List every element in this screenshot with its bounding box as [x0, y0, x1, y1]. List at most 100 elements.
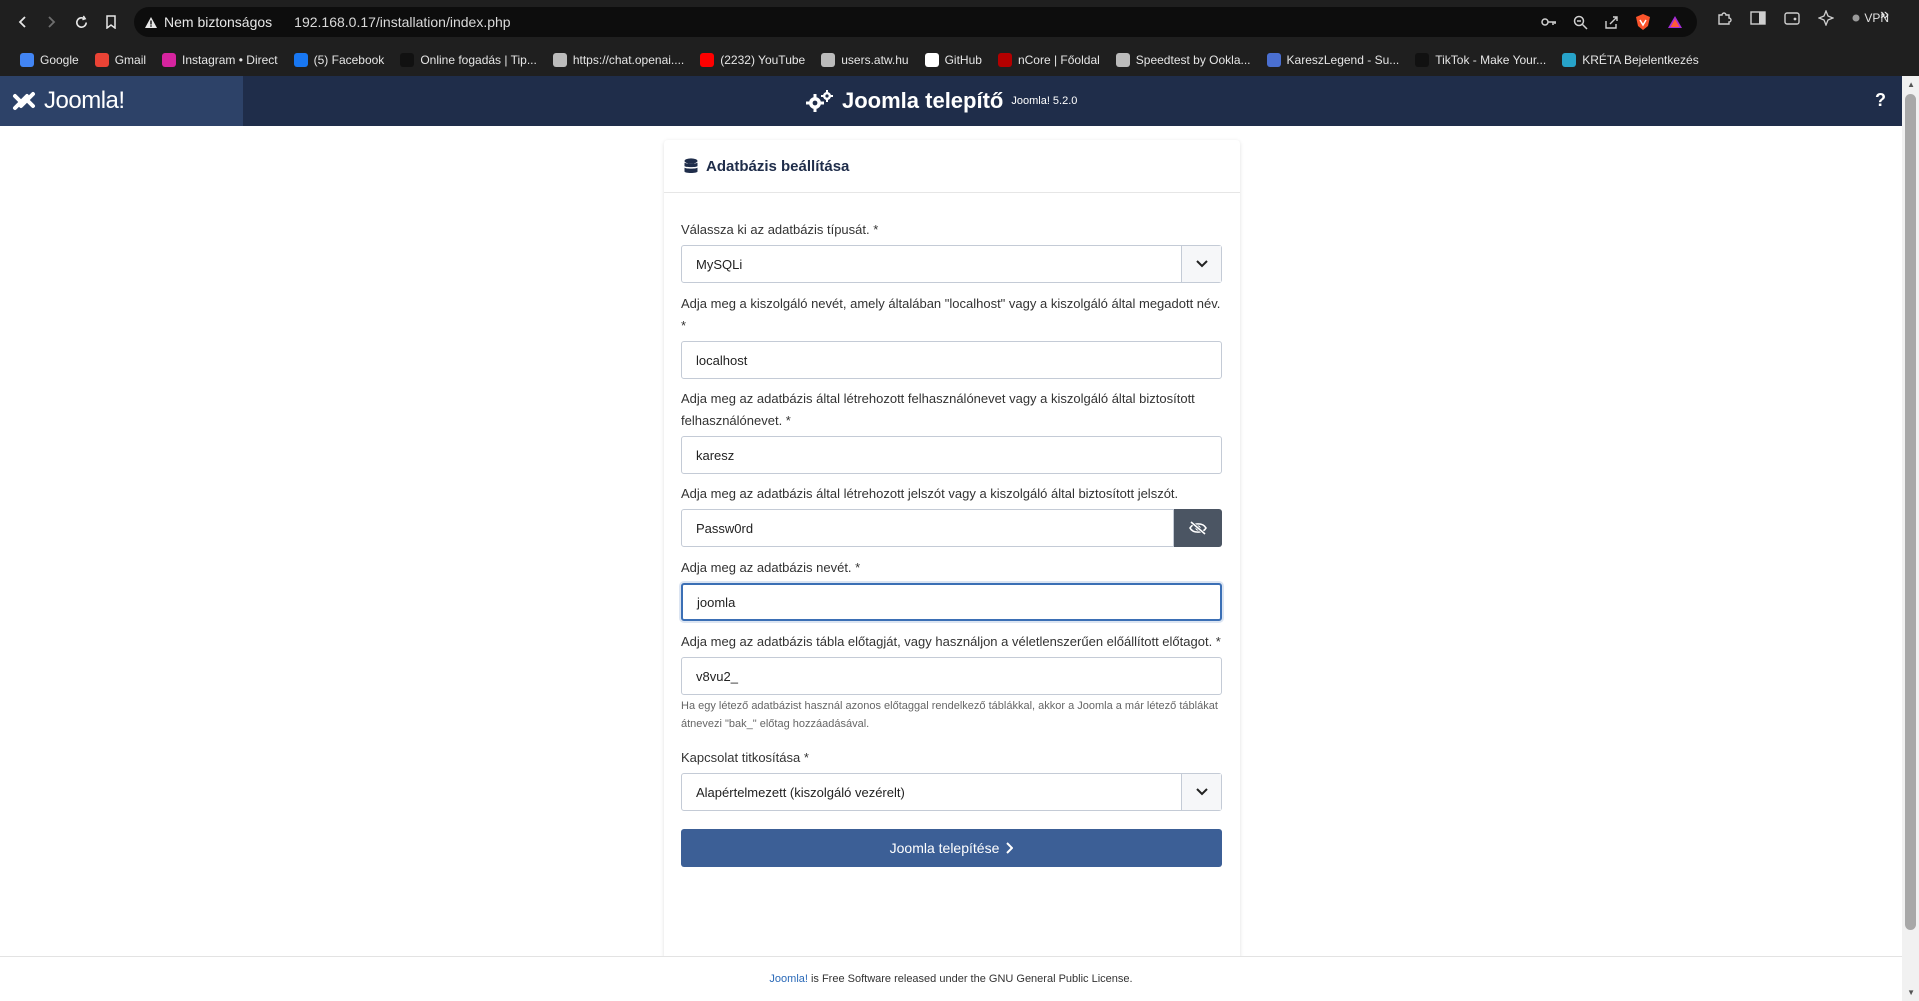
bookmark-label: Instagram • Direct — [182, 53, 278, 67]
password-visibility-toggle[interactable] — [1174, 509, 1222, 547]
google-icon — [20, 53, 34, 67]
eye-slash-icon — [1189, 521, 1207, 535]
joomla-logo-text: Joomla! — [44, 87, 125, 114]
bookmark-label: KRÉTA Bejelentkezés — [1582, 53, 1699, 67]
wallet-icon[interactable] — [1784, 11, 1801, 25]
bookmarks-overflow-icon[interactable]: » — [1880, 6, 1889, 24]
reload-icon[interactable] — [66, 7, 96, 37]
url-text[interactable]: 192.168.0.17/installation/index.php — [294, 14, 510, 30]
leo-ai-icon[interactable] — [1818, 10, 1835, 26]
brave-shield-icon[interactable] — [1635, 13, 1651, 31]
security-indicator[interactable]: Nem biztonságos — [144, 14, 272, 30]
gears-icon — [806, 90, 833, 112]
ncore-icon — [997, 53, 1012, 67]
username-label: Adja meg az adatbázis által létrehozott … — [681, 391, 1195, 428]
bookmark-item[interactable]: TikTok - Make Your... — [1407, 48, 1554, 72]
bookmark-item[interactable]: Online fogadás | Tip... — [392, 48, 545, 72]
install-button-label: Joomla telepítése — [889, 840, 1000, 856]
bookmark-label: Online fogadás | Tip... — [420, 53, 537, 67]
prefix-label: Adja meg az adatbázis tábla előtagját, v… — [681, 634, 1221, 649]
bookmark-icon[interactable] — [96, 7, 126, 37]
bookmark-item[interactable]: users.atw.hu — [813, 48, 916, 72]
encryption-select[interactable]: Alapértelmezett (kiszolgáló vezérelt) — [681, 773, 1222, 811]
bookmark-item[interactable]: Gmail — [87, 48, 154, 72]
database-settings-card: Adatbázis beállítása Válassza ki az adat… — [664, 140, 1240, 960]
browser-toolbar: Nem biztonságos 192.168.0.17/installatio… — [0, 0, 1919, 44]
bookmark-item[interactable]: GitHub — [917, 48, 990, 72]
tiktok-icon — [1415, 53, 1430, 67]
database-icon — [684, 157, 698, 173]
chevron-right-icon — [1006, 842, 1014, 854]
password-input[interactable]: Passw0rd — [681, 509, 1174, 547]
db-name-input[interactable]: joomla — [681, 583, 1222, 621]
bookmark-label: (5) Facebook — [313, 53, 385, 67]
share-icon[interactable] — [1604, 15, 1619, 30]
help-button[interactable]: ? — [1875, 90, 1886, 111]
card-title: Adatbázis beállítása — [706, 157, 850, 175]
scrollbar-thumb[interactable] — [1905, 94, 1916, 930]
scroll-down-icon[interactable]: ▼ — [1907, 988, 1915, 997]
joomla-logo[interactable]: Joomla! — [0, 76, 243, 126]
bookmark-label: users.atw.hu — [841, 53, 909, 67]
install-joomla-button[interactable]: Joomla telepítése — [681, 829, 1222, 867]
bookmark-item[interactable]: (2232) YouTube — [692, 48, 813, 72]
security-label: Nem biztonságos — [164, 14, 273, 30]
back-icon[interactable] — [8, 7, 38, 37]
joomla-logo-icon — [13, 92, 35, 110]
speedtest-icon — [1115, 53, 1130, 67]
db-type-label: Válassza ki az adatbázis típusát. * — [681, 222, 879, 237]
tippmix-icon — [400, 53, 415, 67]
chevron-down-icon[interactable] — [1181, 774, 1221, 810]
sidebar-icon[interactable] — [1750, 11, 1767, 25]
bookmark-label: nCore | Főoldal — [1017, 53, 1100, 67]
warning-icon — [145, 16, 157, 28]
zoom-icon[interactable] — [1573, 15, 1588, 30]
bookmark-item[interactable]: (5) Facebook — [286, 48, 393, 72]
key-icon[interactable] — [1541, 17, 1557, 27]
bookmark-item[interactable]: Speedtest by Ookla... — [1108, 48, 1259, 72]
encryption-value: Alapértelmezett (kiszolgáló vezérelt) — [696, 784, 905, 800]
prefix-hint: Ha egy létező adatbázist használ azonos … — [681, 700, 1218, 730]
address-bar-icons — [1541, 13, 1683, 31]
card-header: Adatbázis beállítása — [664, 140, 1240, 193]
password-field: Passw0rd — [681, 509, 1223, 547]
footer-text: is Free Software released under the GNU … — [810, 973, 1133, 985]
bookmark-item[interactable]: Google — [12, 48, 87, 72]
bookmark-label: TikTok - Make Your... — [1435, 53, 1547, 67]
address-bar[interactable]: Nem biztonságos 192.168.0.17/installatio… — [134, 7, 1697, 37]
encryption-label: Kapcsolat titkosítása * — [681, 750, 809, 765]
brave-rewards-icon[interactable] — [1667, 15, 1683, 29]
bookmark-label: Google — [40, 53, 79, 67]
instagram-icon — [162, 53, 177, 67]
bookmark-item[interactable]: KRÉTA Bejelentkezés — [1554, 48, 1707, 72]
host-value: localhost — [696, 352, 748, 368]
bookmark-item[interactable]: nCore | Főoldal — [990, 48, 1108, 72]
kreta-icon — [1562, 53, 1577, 67]
github-icon — [924, 53, 939, 67]
forward-icon[interactable] — [36, 7, 66, 37]
chevron-down-icon[interactable] — [1181, 246, 1221, 282]
bookmark-label: Gmail — [114, 53, 147, 67]
bookmark-item[interactable]: KareszLegend - Su... — [1259, 48, 1408, 72]
bookmark-item[interactable]: https://chat.openai.... — [545, 48, 692, 72]
openai-icon — [552, 53, 567, 67]
extensions-icon[interactable] — [1716, 10, 1732, 26]
kareszlegend-icon — [1266, 53, 1281, 67]
bookmark-item[interactable]: Instagram • Direct — [154, 48, 286, 72]
bookmark-label: GitHub — [944, 53, 982, 67]
scroll-up-icon[interactable]: ▲ — [1907, 80, 1915, 89]
youtube-icon — [700, 53, 715, 67]
joomla-footer-link[interactable]: Joomla! — [769, 973, 808, 985]
installer-title-text: Joomla telepítő — [842, 88, 1004, 113]
db-name-label: Adja meg az adatbázis nevét. * — [681, 560, 861, 575]
host-input[interactable]: localhost — [681, 341, 1222, 379]
bookmark-label: KareszLegend - Su... — [1286, 53, 1400, 67]
db-type-select[interactable]: MySQLi — [681, 245, 1222, 283]
db-type-value: MySQLi — [696, 256, 743, 272]
prefix-input[interactable]: v8vu2_ — [681, 657, 1222, 695]
gmail-icon — [94, 53, 109, 67]
username-input[interactable]: karesz — [681, 436, 1222, 474]
globe-icon — [821, 53, 836, 67]
db-name-value: joomla — [697, 594, 736, 610]
installer-title: Joomla telepítő Joomla! 5.2.0 — [806, 88, 1077, 114]
